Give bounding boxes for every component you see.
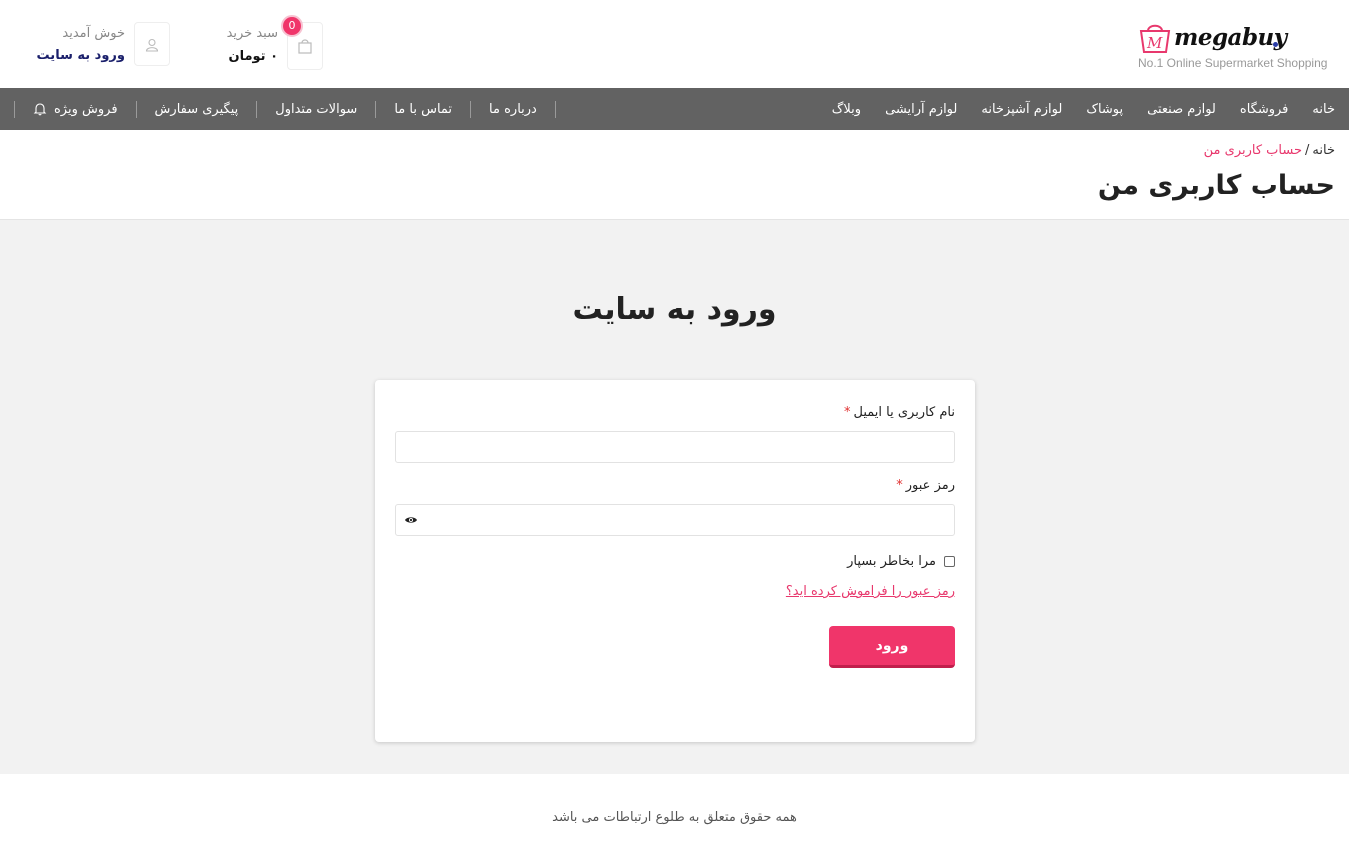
site-logo[interactable]: M megabuy No.1 Online Supermarket Shoppi… [1136,18,1336,74]
cart-title: سبد خرید [226,26,278,41]
required-mark: * [896,478,903,493]
site-footer: همه حقوق متعلق به طلوع ارتباطات می باشد [0,774,1349,863]
username-label-text: نام کاربری یا ایمیل [853,405,955,420]
breadcrumb-current: حساب کاربری من [1203,143,1303,158]
login-form: نام کاربری یا ایمیل* رمز عبور* مرا بخاطر… [375,380,975,742]
username-label: نام کاربری یا ایمیل* [844,405,955,420]
primary-menu: خانه فروشگاه لوازم صنعتی پوشاک لوازم آشپ… [832,88,1335,130]
nav-item-shop[interactable]: فروشگاه [1240,102,1289,117]
shopping-bag-icon [298,39,312,54]
nav-item-special-sale[interactable]: فروش ویژه [14,100,136,118]
nav-item-contact-label: تماس با ما [394,101,453,117]
nav-item-order-tracking[interactable]: پیگیری سفارش [135,100,257,118]
username-input[interactable] [395,431,955,463]
login-submit-button[interactable]: ورود [829,626,955,668]
login-link[interactable]: ورود به سایت [37,48,125,63]
remember-me-checkbox[interactable] [944,556,955,567]
shopping-bag-logo-icon: M [1139,24,1171,53]
cart-amount: ۰ تومان [228,49,278,64]
remember-me-label: مرا بخاطر بسپار [847,554,936,569]
nav-item-clothing[interactable]: پوشاک [1086,102,1123,117]
nav-item-blog[interactable]: وبلاگ [832,102,861,117]
nav-item-order-tracking-label: پیگیری سفارش [154,101,239,117]
logo-wordmark: megabuy [1174,24,1287,51]
welcome-text: خوش آمدید [62,26,125,41]
main-navigation: خانه فروشگاه لوازم صنعتی پوشاک لوازم آشپ… [0,88,1349,130]
password-label: رمز عبور* [896,478,955,493]
nav-item-contact[interactable]: تماس با ما [375,100,470,118]
nav-item-faq-label: سوالات متداول [275,101,358,117]
login-section: ورود به سایت نام کاربری یا ایمیل* رمز عب… [0,219,1349,774]
svg-text:M: M [1146,34,1163,52]
logo-tagline: No.1 Online Supermarket Shopping [1138,56,1328,70]
copyright-text: همه حقوق متعلق به طلوع ارتباطات می باشد [552,810,797,825]
breadcrumb-home[interactable]: خانه [1312,143,1335,158]
logo-dot [1273,42,1278,47]
secondary-menu: درباره ما تماس با ما سوالات متداول پیگیر… [14,88,556,130]
breadcrumb-separator: / [1305,143,1310,158]
cart-count-badge: 0 [281,15,303,37]
nav-item-cosmetics[interactable]: لوازم آرایشی [885,102,957,117]
password-input[interactable] [395,504,955,536]
nav-item-industrial[interactable]: لوازم صنعتی [1147,102,1216,117]
forgot-password-link[interactable]: رمز عبور را فراموش کرده اید؟ [786,584,955,599]
site-header: M megabuy No.1 Online Supermarket Shoppi… [0,0,1349,88]
password-label-text: رمز عبور [905,478,955,493]
user-icon [145,38,159,52]
login-heading: ورود به سایت [572,292,777,327]
bell-icon [33,103,47,116]
nav-item-home[interactable]: خانه [1312,102,1335,117]
eye-icon[interactable] [404,515,418,525]
breadcrumb: خانه/حساب کاربری من [1204,143,1335,158]
page-title: حساب کاربری من [1097,170,1335,201]
required-mark: * [843,405,851,420]
nav-item-kitchen[interactable]: لوازم آشپزخانه [981,102,1062,117]
nav-item-about-label: درباره ما [489,101,537,117]
account-button[interactable] [134,22,170,66]
nav-item-about[interactable]: درباره ما [470,100,556,118]
nav-item-faq[interactable]: سوالات متداول [256,100,375,118]
remember-me[interactable]: مرا بخاطر بسپار [847,554,955,569]
nav-item-special-sale-label: فروش ویژه [54,101,118,117]
